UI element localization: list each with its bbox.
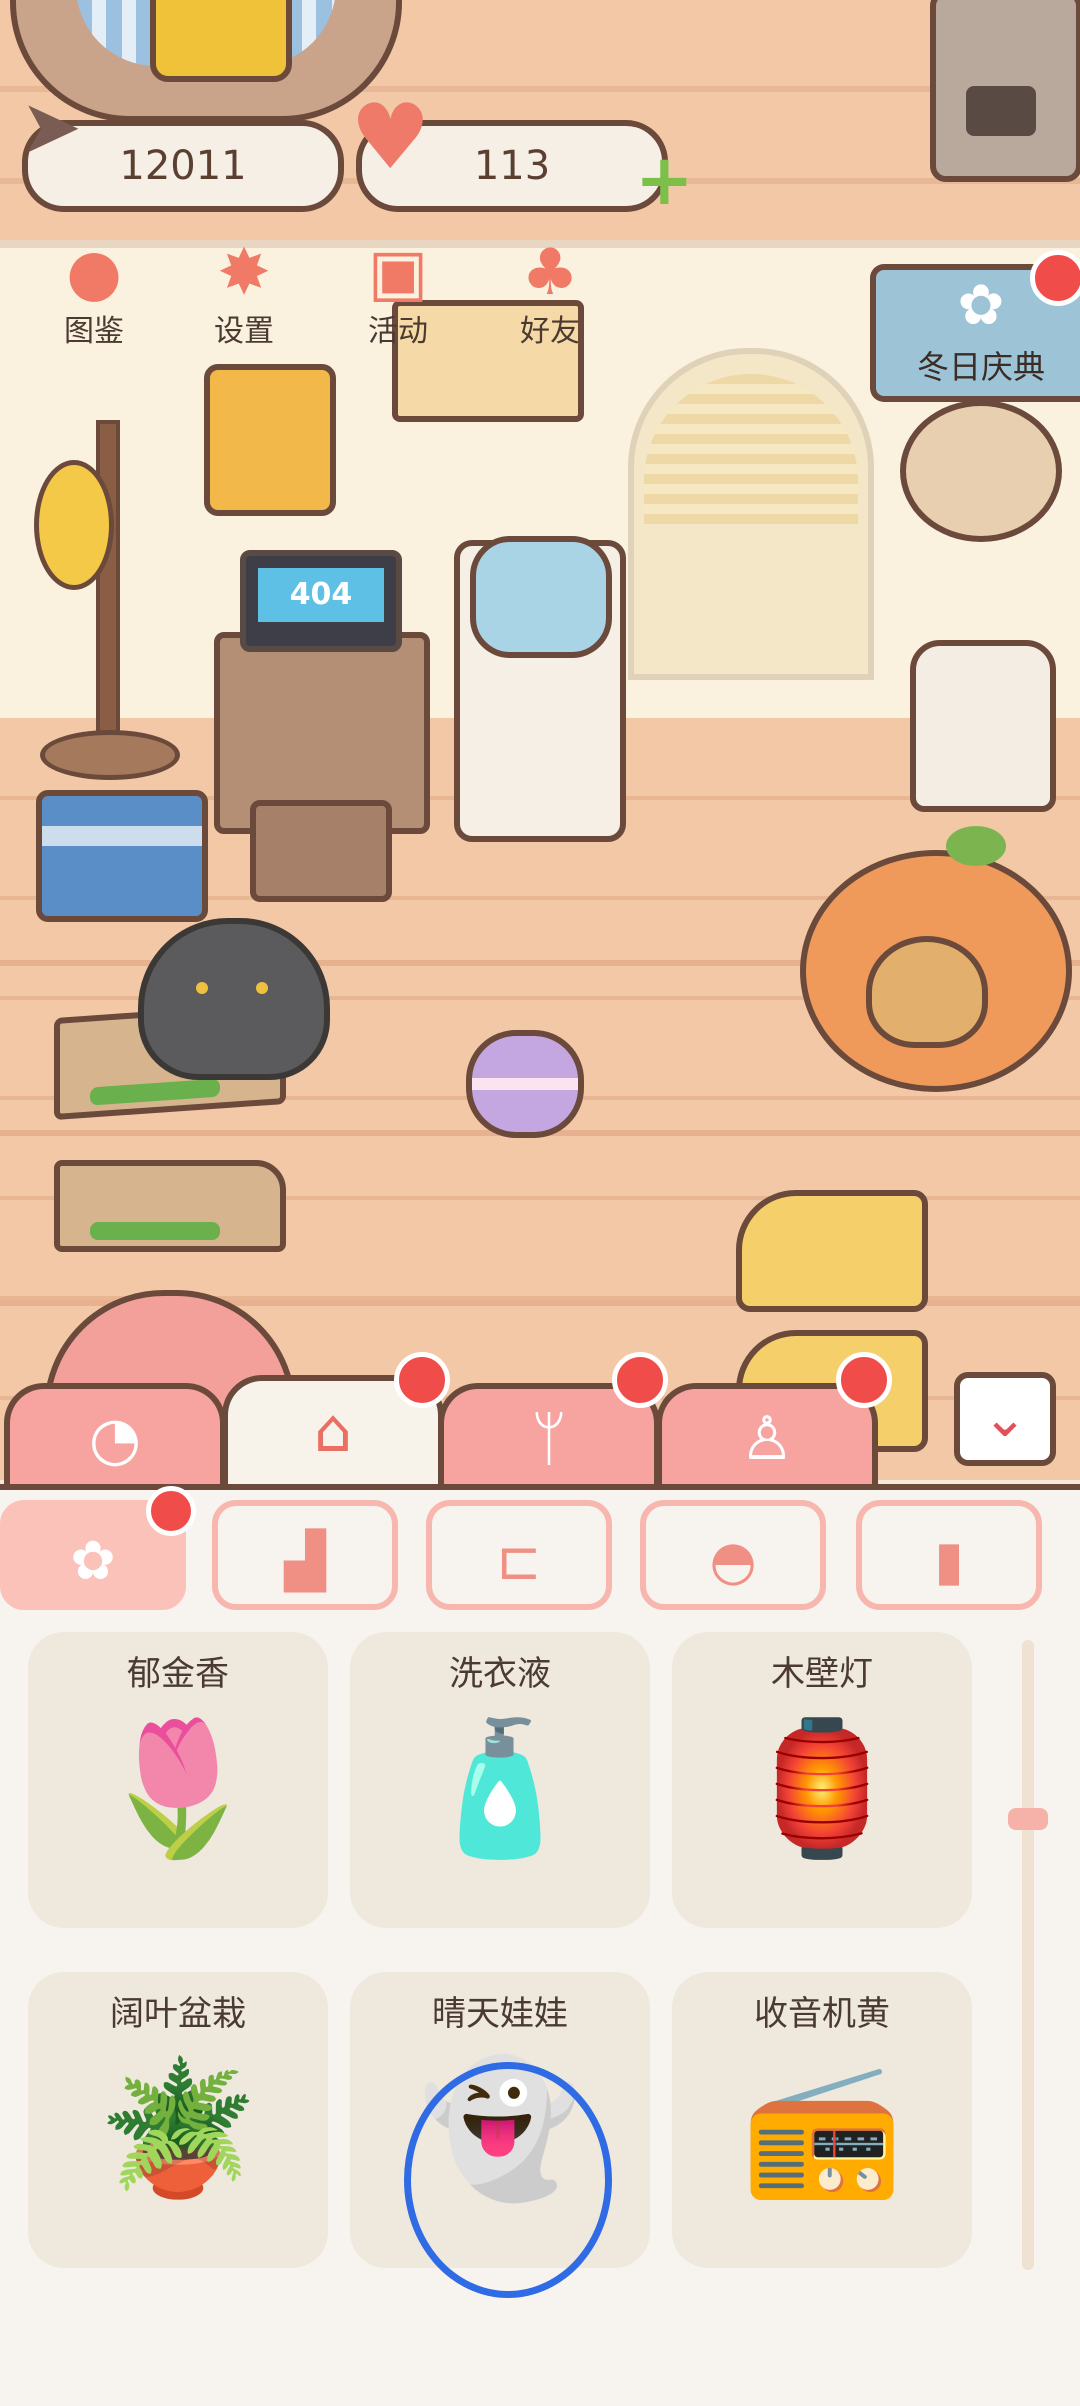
subtab-appliance[interactable]: ▮	[856, 1500, 1042, 1610]
camera-furniture[interactable]	[204, 364, 336, 516]
cat-scratcher-furniture[interactable]	[54, 1160, 286, 1252]
item-name: 晴天娃娃	[432, 1994, 568, 2034]
tab-cat-items[interactable]: ◔	[4, 1383, 226, 1491]
laptop-screen-text: 404	[258, 568, 384, 622]
coat-rack-base	[40, 730, 180, 780]
telephone-furniture[interactable]	[150, 0, 292, 82]
heart-currency-value: 113	[473, 143, 551, 189]
flower-icon: ✿	[70, 1529, 116, 1592]
menu-label: 好友	[520, 314, 580, 349]
subtab-pet-house[interactable]: ◓	[640, 1500, 826, 1610]
item-card-teru-teru-bozu[interactable]: 晴天娃娃 👻	[350, 1972, 650, 2268]
item-card-tulip[interactable]: 郁金香 🌷	[28, 1632, 328, 1928]
notification-badge	[612, 1352, 668, 1408]
arched-window	[628, 348, 874, 680]
pet-house-icon: ◓	[709, 1529, 757, 1592]
menu-collection-button[interactable]: ● 图鉴	[34, 240, 154, 350]
teru-teru-bozu-icon: 👻	[419, 2052, 581, 2204]
category-tab-bar: ◔ ⌂ ᛘ ♙	[0, 1375, 1080, 1493]
chevron-down-icon: ⌄	[982, 1386, 1028, 1449]
notification-badge	[1030, 250, 1080, 306]
bed-icon: ⊏	[496, 1529, 542, 1592]
friends-icon: ♣	[521, 236, 579, 310]
subtab-bed[interactable]: ⊏	[426, 1500, 612, 1610]
item-card-detergent[interactable]: 洗衣液 🧴	[350, 1632, 650, 1928]
subtab-sofa[interactable]: ▟	[212, 1500, 398, 1610]
trash-bin-furniture[interactable]	[910, 640, 1056, 812]
orange-cat-house-furniture[interactable]	[800, 826, 1072, 1092]
item-name: 洗衣液	[449, 1654, 551, 1694]
gear-icon: ✸	[217, 236, 271, 310]
fridge-icon: ▮	[934, 1529, 964, 1592]
shirt-icon: ♙	[740, 1404, 794, 1474]
item-name: 收音机黄	[754, 1994, 890, 2034]
item-name: 阔叶盆栽	[110, 1994, 246, 2034]
notification-badge	[836, 1352, 892, 1408]
tote-bag-furniture[interactable]	[36, 790, 208, 922]
laptop-furniture[interactable]: 404	[240, 550, 402, 652]
radio-icon: 📻	[741, 2052, 903, 2204]
notification-badge	[394, 1352, 450, 1408]
cat-eye	[256, 982, 268, 994]
fish-icon: ➤	[20, 84, 83, 170]
fork-spoon-icon: ᛘ	[531, 1404, 567, 1474]
stool-furniture[interactable]	[250, 800, 392, 902]
game-room-scene[interactable]: 404	[0, 0, 1080, 1480]
item-card-potted-plant[interactable]: 阔叶盆栽 🪴	[28, 1972, 328, 2268]
house-icon: ⌂	[313, 1396, 353, 1466]
item-name: 郁金香	[127, 1654, 229, 1694]
sofa-icon: ▟	[284, 1529, 326, 1592]
hanging-plant-furniture[interactable]	[900, 400, 1062, 542]
straw-hat	[34, 460, 114, 590]
add-hearts-plus-icon[interactable]: +	[635, 145, 695, 215]
gift-icon: ▣	[367, 236, 429, 310]
slide-furniture[interactable]	[736, 1190, 928, 1312]
heart-icon: ♥	[350, 85, 431, 190]
item-list-scrollbar[interactable]	[1022, 1640, 1034, 2270]
menu-settings-button[interactable]: ✸ 设置	[184, 240, 304, 350]
scrollbar-thumb[interactable]	[1008, 1808, 1048, 1830]
gray-cat[interactable]	[138, 918, 330, 1080]
detergent-icon: 🧴	[419, 1712, 581, 1864]
notification-badge	[146, 1486, 196, 1536]
menu-events-button[interactable]: ▣ 活动	[338, 240, 458, 350]
macaron-cushion-furniture[interactable]	[466, 1030, 584, 1138]
tulip-icon: 🌷	[97, 1712, 259, 1864]
cat-eye	[196, 982, 208, 994]
item-card-radio[interactable]: 收音机黄 📻	[672, 1972, 972, 2268]
menu-label: 图鉴	[64, 314, 124, 349]
event-banner-label: 冬日庆典	[916, 348, 1045, 386]
item-name: 木壁灯	[771, 1654, 873, 1694]
fish-currency-value: 12011	[119, 143, 247, 189]
wall-lamp-icon: 🏮	[741, 1712, 903, 1864]
stove-furniture[interactable]	[930, 0, 1080, 182]
item-card-wall-lamp[interactable]: 木壁灯 🏮	[672, 1632, 972, 1928]
cat-head-icon: ●	[66, 236, 122, 310]
coat-rack-furniture[interactable]	[96, 420, 120, 758]
cat-face-icon: ◔	[88, 1404, 142, 1474]
menu-label: 活动	[368, 314, 428, 349]
water-dispenser-furniture[interactable]	[454, 536, 626, 842]
menu-label: 设置	[214, 314, 274, 349]
collapse-panel-button[interactable]: ⌄	[954, 1372, 1056, 1466]
potted-plant-icon: 🪴	[97, 2052, 259, 2204]
menu-friends-button[interactable]: ♣ 好友	[490, 240, 610, 350]
